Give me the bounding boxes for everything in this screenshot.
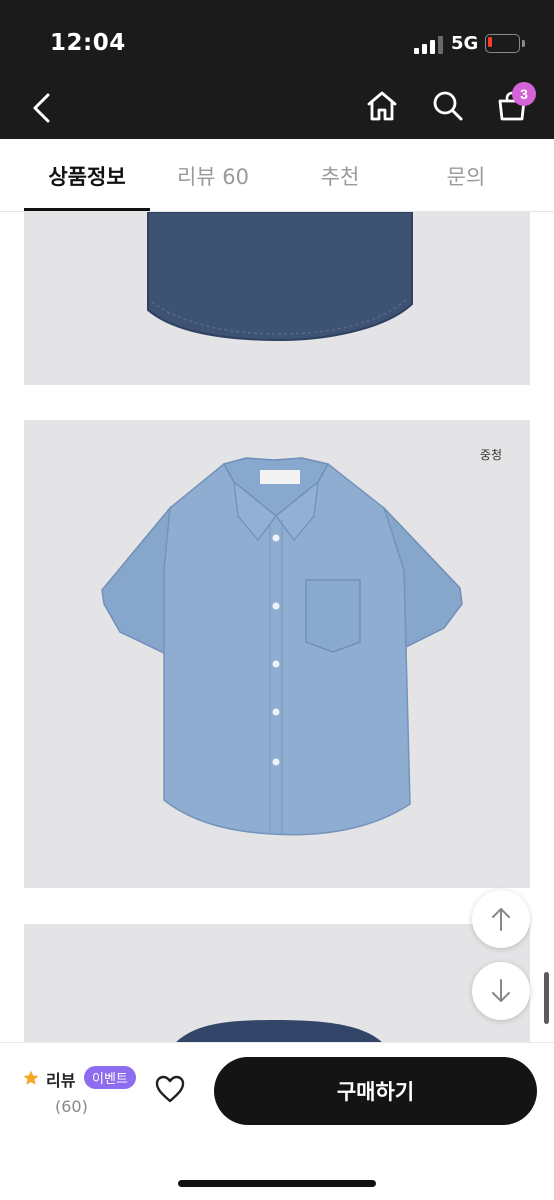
event-badge: 이벤트 <box>84 1066 136 1089</box>
search-icon <box>433 91 463 121</box>
cart-count-badge: 3 <box>512 82 536 106</box>
network-label: 5G <box>451 33 479 54</box>
product-detail-content: 중청 <box>0 212 554 1042</box>
back-button[interactable] <box>22 88 62 128</box>
wishlist-button[interactable] <box>150 1069 190 1109</box>
scroll-to-top-button[interactable] <box>472 890 530 948</box>
bottom-action-bar: 리뷰 이벤트 (60) 구매하기 <box>0 1042 554 1200</box>
product-image-dark-shirt-top <box>24 924 530 1042</box>
tab-indicator <box>24 208 150 211</box>
battery-icon <box>485 34 525 53</box>
signal-icon <box>414 34 444 54</box>
scrollbar[interactable] <box>544 972 549 1024</box>
color-label: 중청 <box>479 448 502 462</box>
heart-icon <box>155 1075 185 1103</box>
review-label: 리뷰 <box>46 1071 76 1090</box>
star-icon <box>23 1070 39 1085</box>
status-time: 12:04 <box>50 30 126 56</box>
arrow-down-icon <box>492 979 510 1002</box>
tab-reviews[interactable]: 리뷰 60 <box>150 139 276 212</box>
product-tabs: 상품정보 리뷰 60 추천 문의 <box>0 139 554 212</box>
review-count: (60) <box>55 1097 88 1116</box>
product-image-dark-shirt-bottom <box>24 212 530 385</box>
scroll-to-bottom-button[interactable] <box>472 962 530 1020</box>
review-summary[interactable]: 리뷰 이벤트 (60) <box>22 1065 142 1125</box>
buy-button[interactable]: 구매하기 <box>214 1057 537 1125</box>
home-button[interactable] <box>362 86 402 126</box>
home-indicator <box>178 1180 376 1187</box>
tab-recommend[interactable]: 추천 <box>277 139 403 212</box>
chevron-left-icon <box>33 93 50 123</box>
top-bar: 12:04 5G 3 <box>0 0 554 139</box>
home-icon <box>367 91 397 121</box>
tab-inquiry[interactable]: 문의 <box>403 139 529 212</box>
tab-product-info[interactable]: 상품정보 <box>24 139 150 212</box>
search-button[interactable] <box>428 86 468 126</box>
product-image-light-denim-shirt: 중청 <box>24 420 530 888</box>
arrow-up-icon <box>492 908 510 931</box>
